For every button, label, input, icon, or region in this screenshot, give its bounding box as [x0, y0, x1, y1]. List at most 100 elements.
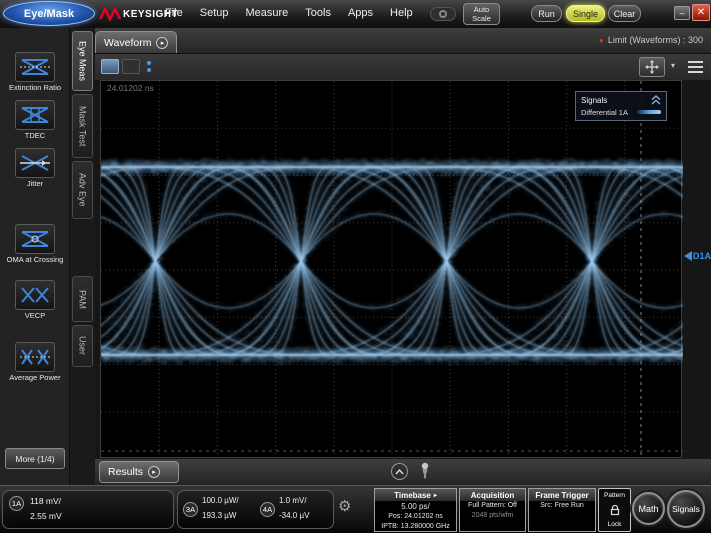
collapse-chevrons-icon[interactable]: [651, 95, 661, 105]
channel-4a-offset: -34.0 µV: [279, 511, 309, 520]
run-button[interactable]: Run: [531, 5, 562, 22]
menu-apps[interactable]: Apps: [348, 7, 373, 19]
acquisition-panel[interactable]: Acquisition Full Pattern: Off 2048 pts/w…: [459, 488, 526, 532]
limit-record-icon: ●: [599, 36, 604, 45]
tdec-icon: [15, 100, 55, 130]
tool-label: VECP: [0, 312, 70, 321]
pattern-lock-bottom-label: Lock: [608, 521, 622, 528]
channel-4a-button[interactable]: 4A: [260, 502, 275, 517]
channel-marker-d1a[interactable]: D1A: [684, 251, 711, 261]
split-display-icon[interactable]: [122, 59, 140, 74]
tool-label: Extinction Ratio: [0, 84, 70, 93]
tab-expand-icon[interactable]: ▸: [148, 466, 160, 478]
sidebar-item-jitter[interactable]: Jitter: [0, 148, 70, 189]
frame-trigger-panel[interactable]: Frame Trigger Src: Free Run: [528, 488, 596, 532]
pattern-lock-button[interactable]: Pattern Lock: [598, 488, 631, 532]
category-tab-strip: Eye Meas Mask Test Adv Eye PAM User: [70, 28, 95, 485]
extinction-ratio-icon: [15, 52, 55, 82]
channel-1a-button[interactable]: 1A: [9, 496, 24, 511]
gear-icon[interactable]: ⚙: [338, 497, 351, 515]
timebase-position-label: 24.01202 ns: [107, 83, 154, 93]
keysight-spark-icon: [99, 7, 121, 21]
clear-button[interactable]: Clear: [608, 5, 641, 22]
channel-3a-offset: 193.3 µW: [202, 511, 236, 520]
legend-title: Signals: [581, 96, 607, 105]
tab-pam[interactable]: PAM: [72, 276, 93, 322]
acquisition-points: 2048 pts/wfm: [460, 511, 525, 521]
math-button[interactable]: Math: [632, 492, 665, 525]
titlebar: Eye/Mask KEYSIGHT File Setup Measure Too…: [0, 0, 711, 28]
timebase-title: Timebase: [394, 491, 431, 500]
frame-trigger-source: Src: Free Run: [529, 501, 595, 511]
oma-at-crossing-icon: [15, 224, 55, 254]
marker-label: D1A: [693, 251, 711, 261]
limit-text: Limit (Waveforms) : 300: [608, 35, 703, 45]
frame-trigger-title: Frame Trigger: [535, 491, 588, 500]
channel-1a-scale: 118 mV/: [30, 496, 61, 506]
tab-mask-test[interactable]: Mask Test: [72, 94, 93, 158]
eye-mask-mode-button[interactable]: Eye/Mask: [3, 1, 95, 26]
signals-legend[interactable]: Signals Differential 1A: [575, 91, 667, 121]
pin-icon: [419, 462, 431, 479]
pin-panel-button[interactable]: [418, 462, 432, 481]
measurement-sidebar: Extinction Ratio TDEC Jitter OMA at Cros…: [0, 28, 70, 485]
touch-toggle-button[interactable]: [430, 7, 456, 21]
channel-1a-offset: 2.55 mV: [30, 511, 62, 521]
single-display-icon[interactable]: [101, 59, 119, 74]
minimize-button[interactable]: –: [674, 6, 690, 20]
tool-label: Average Power: [0, 374, 70, 383]
tab-results[interactable]: Results ▸: [99, 461, 179, 483]
channel-3a-button[interactable]: 3A: [183, 502, 198, 517]
tab-adv-eye[interactable]: Adv Eye: [72, 161, 93, 219]
menubar: File Setup Measure Tools Apps Help: [165, 7, 413, 19]
menu-file[interactable]: File: [165, 7, 183, 19]
results-tab-bar: Results ▸: [95, 459, 711, 485]
vecp-icon: [15, 280, 55, 310]
menu-help[interactable]: Help: [390, 7, 413, 19]
tool-label: Jitter: [0, 180, 70, 189]
statusbar: 1A 118 mV/ 2.55 mV 3A 100.0 µW/ 193.3 µW…: [0, 485, 711, 533]
limit-status: ● Limit (Waveforms) : 300: [599, 35, 703, 45]
jitter-icon: [15, 148, 55, 178]
channel-4a-scale: 1.0 mV/: [279, 496, 307, 505]
eye-diagram-display[interactable]: 24.01202 ns Signals Differential 1A: [100, 80, 682, 458]
sidebar-item-extinction-ratio[interactable]: Extinction Ratio: [0, 52, 70, 93]
sidebar-item-tdec[interactable]: TDEC: [0, 100, 70, 141]
menu-tools[interactable]: Tools: [305, 7, 331, 19]
menu-hamburger-icon[interactable]: [688, 61, 703, 73]
tab-user[interactable]: User: [72, 325, 93, 367]
acquisition-title: Acquisition: [471, 491, 515, 500]
waveform-tab-bar: Waveform ▸ ● Limit (Waveforms) : 300: [95, 28, 711, 54]
sidebar-item-vecp[interactable]: VECP: [0, 280, 70, 321]
collapse-panel-button[interactable]: [391, 463, 408, 480]
signals-button[interactable]: Signals: [667, 490, 705, 528]
marker-triangle-icon: [684, 251, 692, 261]
pan-dropdown-icon[interactable]: ▾: [671, 61, 675, 70]
auto-scale-button[interactable]: Auto Scale: [463, 3, 500, 25]
channel-3a-4a-panel[interactable]: 3A 100.0 µW/ 193.3 µW 4A 1.0 mV/ -34.0 µ…: [177, 490, 334, 529]
display-toolbar: ▾: [95, 54, 711, 80]
single-button[interactable]: Single: [566, 5, 605, 22]
channel-1a-panel[interactable]: 1A 118 mV/ 2.55 mV: [2, 490, 174, 529]
pan-icon: [645, 60, 659, 74]
tab-eye-meas[interactable]: Eye Meas: [72, 31, 93, 91]
channel-3a-scale: 100.0 µW/: [202, 496, 239, 505]
pan-button[interactable]: [639, 57, 665, 77]
timebase-panel[interactable]: Timebase ▸ 5.00 ps/ Pos: 24.01202 ns IPT…: [374, 488, 457, 532]
menu-setup[interactable]: Setup: [200, 7, 229, 19]
timebase-iptb: IPTB: 13.280000 GHz: [375, 522, 456, 532]
sidebar-item-average-power[interactable]: Average Power: [0, 342, 70, 383]
tab-waveform[interactable]: Waveform ▸: [95, 31, 177, 53]
close-button[interactable]: ✕: [692, 4, 710, 21]
sidebar-item-oma-at-crossing[interactable]: OMA at Crossing: [0, 224, 70, 265]
menu-measure[interactable]: Measure: [245, 7, 288, 19]
tool-label: TDEC: [0, 132, 70, 141]
more-pages-button[interactable]: More (1/4): [5, 448, 65, 469]
panel-expand-icon: ▸: [434, 492, 437, 499]
tool-label: OMA at Crossing: [0, 256, 70, 265]
tab-expand-icon[interactable]: ▸: [156, 37, 168, 49]
lock-icon: [609, 504, 621, 516]
signal-color-swatch: [637, 110, 661, 114]
tab-waveform-label: Waveform: [104, 37, 151, 49]
display-dots-icon: [147, 61, 151, 72]
